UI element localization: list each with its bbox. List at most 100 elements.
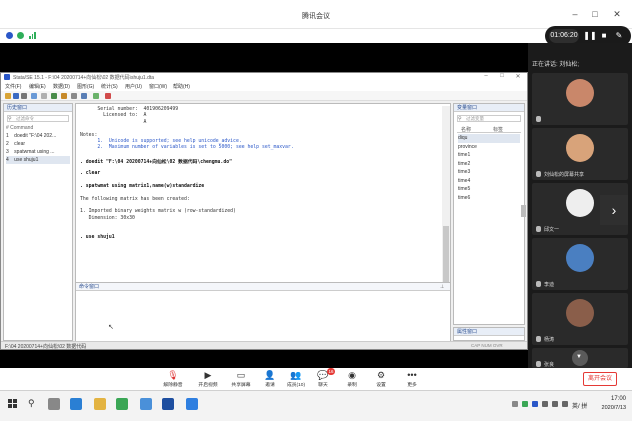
variable-row[interactable]: time3	[458, 168, 520, 177]
history-row-selected[interactable]: 4 use shuju1	[6, 156, 70, 164]
history-row[interactable]: 2 clear	[6, 140, 70, 148]
clock-time[interactable]: 17:00	[596, 396, 626, 402]
viewer-icon[interactable]	[41, 93, 47, 99]
tray-security-icon[interactable]	[522, 401, 528, 407]
meeting-titlebar: 腾讯会议 – □ ✕	[0, 0, 632, 29]
settings-icon: ⚙	[376, 370, 386, 380]
clock-date[interactable]: 2020/7/13	[590, 405, 626, 411]
log-icon[interactable]	[31, 93, 37, 99]
input-method-indicator[interactable]: 英/ 拼	[572, 401, 587, 410]
menu-file[interactable]: 文件(F)	[5, 83, 21, 90]
info-icon[interactable]	[6, 32, 13, 39]
maximize-icon[interactable]: □	[588, 8, 602, 20]
variables-manager-icon[interactable]	[93, 93, 99, 99]
shield-icon[interactable]	[17, 32, 24, 39]
history-row[interactable]: 1 doedit "F:\04 202...	[6, 132, 70, 140]
stata-taskbar-icon[interactable]	[162, 398, 174, 410]
members-button[interactable]: 👥 成员(10)	[282, 370, 310, 388]
mic-off-button[interactable]: 🎙 解除静音	[159, 370, 187, 388]
mouse-cursor-icon: ↖	[108, 324, 114, 331]
chevron-down-icon[interactable]: ▼	[576, 354, 584, 360]
leave-meeting-button[interactable]: 离开会议	[583, 372, 617, 386]
participant-tile[interactable]: 杨涛	[532, 293, 628, 345]
tray-network-icon[interactable]	[542, 401, 548, 407]
results-output-line[interactable]: 1. Unicode is supported; see help unicod…	[80, 139, 241, 144]
settings-button[interactable]: ⚙ 设置	[367, 370, 395, 388]
chat-unread-badge: 16	[327, 368, 335, 375]
pen-icon[interactable]: ✎	[612, 29, 626, 43]
participant-name: 刘仙松的屏幕共享	[544, 172, 585, 178]
history-title: 历史窗口	[4, 104, 72, 112]
participant-name: 杨涛	[544, 337, 555, 343]
participant-tile[interactable]: 刘仙松的屏幕共享	[532, 128, 628, 180]
record-button[interactable]: ◉ 录制	[338, 370, 366, 388]
avatar	[566, 189, 594, 217]
media-icon[interactable]	[116, 398, 128, 410]
properties-title: 属性窗口	[454, 328, 524, 336]
variables-col-label[interactable]: 标签	[493, 126, 503, 133]
results-scroll-thumb[interactable]	[443, 226, 449, 286]
minimize-icon[interactable]: –	[568, 8, 582, 20]
chevron-right-icon[interactable]: ›	[600, 195, 628, 225]
open-icon[interactable]	[5, 93, 11, 99]
stata-maximize-icon[interactable]: □	[495, 73, 509, 79]
more-icon: •••	[407, 370, 417, 380]
more-button[interactable]: ••• 更多	[398, 370, 426, 388]
share-screen-button[interactable]: ▭ 共享屏幕	[227, 370, 255, 388]
variable-row[interactable]: time5	[458, 185, 520, 194]
history-row-command: spatwmat using ...	[14, 149, 55, 155]
pause-icon[interactable]: ❚❚	[583, 29, 597, 43]
participant-tile[interactable]: 李迪	[532, 238, 628, 290]
variable-row[interactable]: diqu	[458, 134, 520, 143]
invite-button[interactable]: 👤 邀请	[256, 370, 284, 388]
stata-titlebar: Stata/SE 15.1 - F:\04 20200714+向仙松\02 数据…	[1, 73, 527, 82]
variable-row[interactable]: time6	[458, 194, 520, 203]
variable-row[interactable]: time2	[458, 160, 520, 169]
task-view-icon[interactable]	[48, 398, 60, 410]
print-icon[interactable]	[21, 93, 27, 99]
history-row-number: 1	[6, 133, 9, 139]
windows-start-icon[interactable]	[8, 399, 18, 409]
tray-volume-icon[interactable]	[552, 401, 558, 407]
splitter-handle[interactable]	[521, 205, 526, 217]
stata-minimize-icon[interactable]: –	[479, 73, 493, 79]
menu-window[interactable]: 窗口(W)	[149, 83, 167, 90]
camera-button[interactable]: ▶ 开启视频	[194, 370, 222, 388]
mic-icon	[536, 226, 541, 232]
file-explorer-icon[interactable]	[94, 398, 106, 410]
save-icon[interactable]	[13, 93, 19, 99]
menu-help[interactable]: 帮助(H)	[173, 83, 190, 90]
menu-statistics[interactable]: 统计(S)	[101, 83, 118, 90]
tray-meeting-icon[interactable]	[532, 401, 538, 407]
variables-col-name[interactable]: 名称	[461, 126, 471, 133]
mic-icon	[536, 171, 541, 177]
results-output-line[interactable]: 2. Maximum number of variables is set to…	[80, 145, 293, 150]
variables-filter-input[interactable]: 过滤变量	[457, 115, 521, 122]
tray-battery-icon[interactable]	[562, 401, 568, 407]
tencent-meeting-taskbar-icon[interactable]	[186, 398, 198, 410]
data-browser-icon[interactable]	[81, 93, 87, 99]
data-editor-icon[interactable]	[71, 93, 77, 99]
menu-user[interactable]: 用户(U)	[125, 83, 142, 90]
tray-up-icon[interactable]	[512, 401, 518, 407]
do-editor-icon[interactable]	[61, 93, 67, 99]
menu-graphics[interactable]: 图形(G)	[77, 83, 94, 90]
graph-icon[interactable]	[51, 93, 57, 99]
close-icon[interactable]: ✕	[610, 8, 624, 20]
break-icon[interactable]	[105, 93, 111, 99]
menu-edit[interactable]: 编辑(E)	[29, 83, 46, 90]
variable-row[interactable]: time1	[458, 151, 520, 160]
pin-icon[interactable]: ⊥	[440, 284, 444, 290]
browser-icon[interactable]	[140, 398, 152, 410]
variable-row[interactable]: time4	[458, 177, 520, 186]
variable-row[interactable]: province	[458, 143, 520, 152]
stop-icon[interactable]: ■	[597, 29, 611, 43]
participant-tile[interactable]	[532, 73, 628, 125]
history-row[interactable]: 3 spatwmat using ...	[6, 148, 70, 156]
search-icon[interactable]: ⚲	[28, 398, 35, 409]
history-filter-input[interactable]: 过滤命令	[7, 115, 69, 122]
stata-close-icon[interactable]: ✕	[511, 73, 525, 80]
menu-data[interactable]: 数据(D)	[53, 83, 70, 90]
command-input[interactable]	[79, 293, 449, 339]
edge-icon[interactable]	[70, 398, 82, 410]
